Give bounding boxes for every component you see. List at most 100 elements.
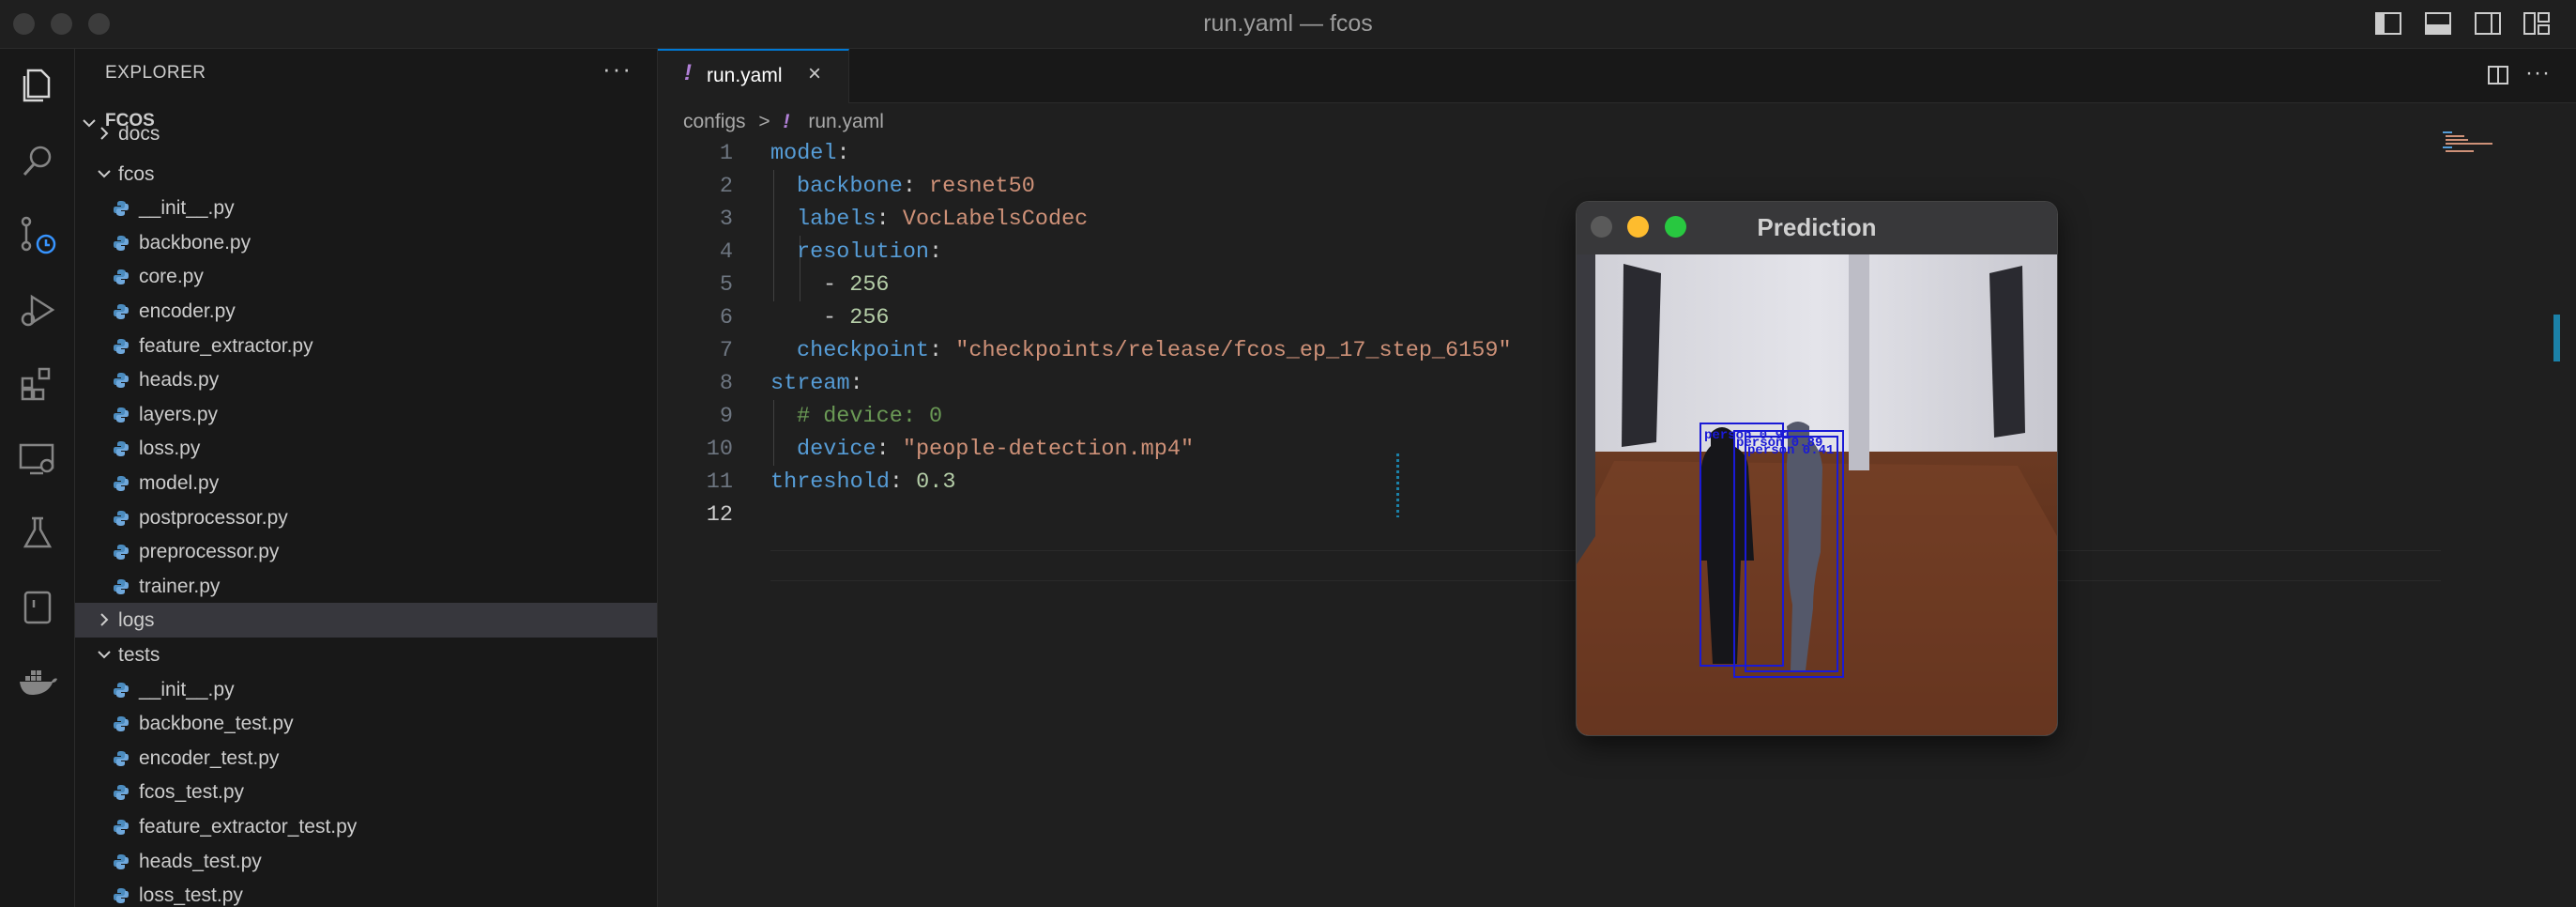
- run-debug-icon[interactable]: [17, 289, 58, 331]
- file-item[interactable]: feature_extractor_test.py: [75, 809, 657, 844]
- folder-item[interactable]: logs: [75, 603, 657, 638]
- toggle-panel-icon[interactable]: [2424, 11, 2452, 36]
- folder-label: tests: [118, 644, 160, 666]
- file-item[interactable]: preprocessor.py: [75, 534, 657, 569]
- file-item[interactable]: encoder_test.py: [75, 741, 657, 776]
- breadcrumb-file[interactable]: run.yaml: [808, 111, 884, 132]
- file-item[interactable]: core.py: [75, 259, 657, 294]
- bbox-label-3: person 0.41: [1747, 443, 1834, 458]
- file-item[interactable]: loss.py: [75, 431, 657, 466]
- source-control-icon[interactable]: [17, 214, 58, 255]
- file-label: backbone.py: [139, 231, 252, 254]
- python-file-icon: [114, 716, 129, 732]
- notebook-icon[interactable]: [17, 587, 58, 628]
- python-file-icon: [114, 785, 129, 801]
- split-editor-icon[interactable]: [2487, 64, 2509, 86]
- tab-bar: ! run.yaml × ···: [658, 49, 2576, 103]
- chevron-right-icon: [100, 613, 109, 627]
- file-label: model.py: [139, 472, 220, 494]
- toggle-primary-sidebar-icon[interactable]: [2374, 11, 2402, 36]
- python-file-icon: [114, 750, 129, 766]
- code-line-2: backbone: resnet50: [797, 174, 1035, 199]
- scrollbar-marker[interactable]: [2553, 315, 2560, 361]
- file-label: fcos_test.py: [139, 781, 245, 804]
- python-file-icon: [114, 441, 129, 457]
- prediction-title: Prediction: [1757, 213, 1877, 241]
- left-window: [1622, 264, 1661, 447]
- folder-item[interactable]: fcos: [75, 157, 657, 192]
- file-label: feature_extractor.py: [139, 334, 313, 357]
- toggle-secondary-sidebar-icon[interactable]: [2474, 11, 2502, 36]
- code-line-3: labels: VocLabelsCodec: [797, 207, 1089, 232]
- minimap[interactable]: [2441, 128, 2516, 156]
- docker-icon[interactable]: [17, 661, 58, 702]
- file-item[interactable]: feature_extractor.py: [75, 329, 657, 363]
- close-icon[interactable]: ×: [808, 61, 821, 87]
- more-actions-icon[interactable]: ···: [2525, 60, 2551, 86]
- file-item[interactable]: heads_test.py: [75, 844, 657, 879]
- extensions-icon[interactable]: [17, 363, 58, 405]
- search-icon[interactable]: [17, 140, 58, 181]
- left-edge: [1577, 254, 1595, 564]
- testing-icon[interactable]: [17, 513, 58, 554]
- prediction-window[interactable]: Prediction person 0.91 person 0.89 perso…: [1576, 201, 2058, 736]
- file-item[interactable]: trainer.py: [75, 569, 657, 604]
- chevron-down-icon: [98, 651, 111, 659]
- customize-layout-icon[interactable]: [2523, 11, 2551, 36]
- explorer-header: EXPLORER: [105, 63, 206, 83]
- file-label: __init__.py: [139, 197, 235, 220]
- file-label: encoder_test.py: [139, 746, 280, 769]
- code-line-11: threshold: 0.3: [770, 469, 956, 495]
- file-item[interactable]: backbone_test.py: [75, 706, 657, 741]
- remote-explorer-icon[interactable]: [17, 438, 58, 479]
- folder-label: fcos: [118, 162, 155, 185]
- python-file-icon: [114, 373, 129, 389]
- line-number: 10: [706, 437, 733, 462]
- file-item[interactable]: backbone.py: [75, 225, 657, 260]
- python-file-icon: [114, 820, 129, 835]
- file-item[interactable]: __init__.py: [75, 191, 657, 225]
- code-line-6: - 256: [823, 305, 890, 331]
- yaml-file-icon: !: [684, 60, 692, 85]
- explorer-sidebar: EXPLORER ··· FCOS docs fcos __init__.py bac…: [75, 49, 658, 907]
- python-file-icon: [114, 888, 129, 904]
- file-item[interactable]: __init__.py: [75, 672, 657, 707]
- tab-label: run.yaml: [707, 65, 783, 86]
- chevron-right-icon: [100, 127, 109, 140]
- line-number: 12: [706, 502, 733, 528]
- file-item[interactable]: loss_test.py: [75, 878, 657, 907]
- code-line-10: device: "people-detection.mp4": [797, 437, 1195, 462]
- prediction-frame: person 0.91 person 0.89 person 0.41: [1577, 254, 2057, 735]
- breadcrumb: configs > ! run.yaml: [683, 107, 884, 137]
- files-icon[interactable]: [17, 65, 58, 106]
- chevron-right-icon: >: [758, 111, 770, 132]
- line-number: 3: [719, 207, 733, 232]
- file-item[interactable]: heads.py: [75, 362, 657, 397]
- folder-label: logs: [118, 609, 155, 632]
- folder-label: docs: [118, 123, 160, 145]
- file-item[interactable]: encoder.py: [75, 294, 657, 329]
- file-label: feature_extractor_test.py: [139, 816, 358, 838]
- modified-lines-indicator: [1396, 454, 1399, 517]
- python-file-icon: [114, 338, 129, 354]
- python-file-icon: [114, 853, 129, 869]
- file-label: layers.py: [139, 403, 219, 425]
- python-file-icon: [114, 545, 129, 561]
- file-item[interactable]: model.py: [75, 466, 657, 500]
- file-item[interactable]: fcos_test.py: [75, 775, 657, 809]
- door-frame: [1849, 254, 1869, 470]
- python-file-icon: [114, 235, 129, 251]
- line-number: 6: [719, 305, 733, 331]
- line-number: 1: [719, 141, 733, 166]
- line-number: 4: [719, 239, 733, 265]
- tab-run-yaml[interactable]: ! run.yaml ×: [658, 49, 849, 103]
- folder-item[interactable]: docs: [75, 116, 657, 151]
- explorer-more-actions-icon[interactable]: ···: [602, 54, 633, 84]
- file-item[interactable]: layers.py: [75, 397, 657, 432]
- folder-item[interactable]: tests: [75, 638, 657, 672]
- file-label: core.py: [139, 266, 204, 288]
- line-number: 11: [706, 469, 733, 495]
- breadcrumb-folder[interactable]: configs: [683, 111, 746, 132]
- file-item[interactable]: postprocessor.py: [75, 500, 657, 535]
- prediction-titlebar[interactable]: Prediction: [1577, 202, 2057, 254]
